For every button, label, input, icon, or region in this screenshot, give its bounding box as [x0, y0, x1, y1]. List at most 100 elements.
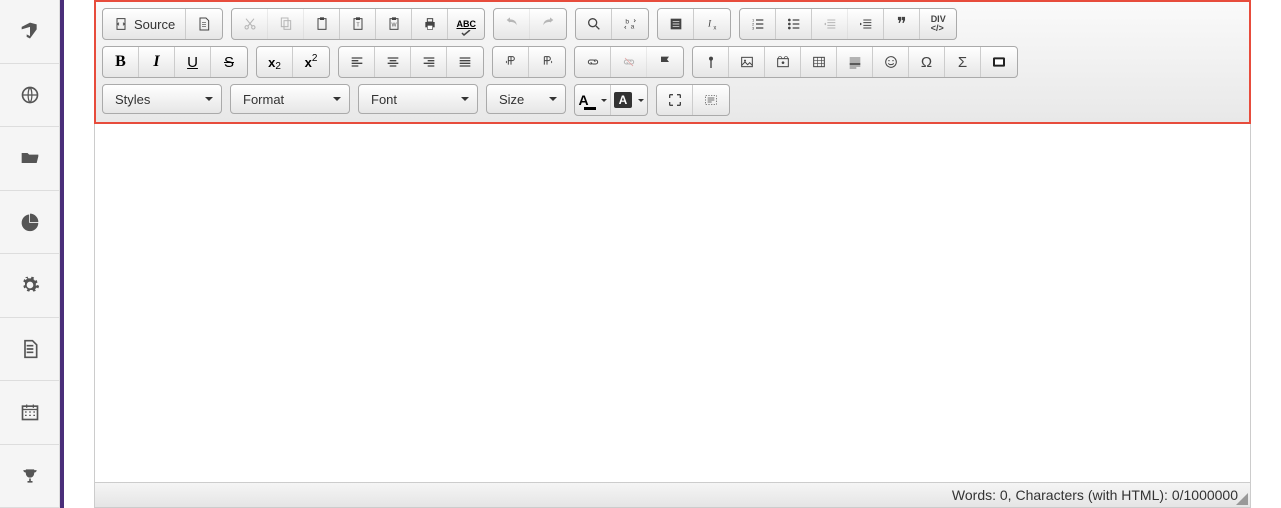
bullet-list-button[interactable]: [776, 9, 812, 39]
rtl-icon: [539, 54, 555, 70]
undo-icon: [504, 16, 520, 32]
svg-text:b: b: [626, 18, 630, 25]
text-color-icon: A: [578, 92, 588, 108]
ol-icon: 123: [750, 16, 766, 32]
indent-button[interactable]: [848, 9, 884, 39]
sigma-icon: Σ: [958, 54, 967, 71]
size-label: Size: [499, 92, 524, 107]
outdent-button[interactable]: [812, 9, 848, 39]
subscript-button[interactable]: x2: [257, 47, 293, 77]
editor-statusbar: Words: 0, Characters (with HTML): 0/1000…: [94, 483, 1251, 508]
align-center-icon: [385, 54, 401, 70]
resize-grip[interactable]: [1236, 493, 1248, 505]
sidebar-item-announcements[interactable]: [0, 0, 59, 64]
caret-icon: [205, 97, 213, 101]
image-button[interactable]: [729, 47, 765, 77]
strike-button[interactable]: S: [211, 47, 247, 77]
iframe-button[interactable]: [981, 47, 1017, 77]
sidebar-item-files[interactable]: [0, 127, 59, 191]
align-right-button[interactable]: [411, 47, 447, 77]
source-button[interactable]: Source: [103, 9, 186, 39]
div-icon: DIV</>: [931, 15, 946, 33]
new-page-button[interactable]: [186, 9, 222, 39]
align-left-button[interactable]: [339, 47, 375, 77]
sidebar-item-achievements[interactable]: [0, 445, 59, 508]
bullhorn-icon: [20, 21, 40, 41]
rtl-button[interactable]: [529, 47, 565, 77]
remove-format-button[interactable]: Ix: [694, 9, 730, 39]
outdent-icon: [822, 16, 838, 32]
select-all-button[interactable]: [658, 9, 694, 39]
table-button[interactable]: [801, 47, 837, 77]
paste-text-button[interactable]: T: [340, 9, 376, 39]
svg-text:x: x: [714, 25, 717, 31]
blockquote-button[interactable]: ❞: [884, 9, 920, 39]
gear-icon: [20, 275, 40, 295]
spellcheck-button[interactable]: ABC: [448, 9, 484, 39]
show-blocks-button[interactable]: [693, 85, 729, 115]
underline-button[interactable]: U: [175, 47, 211, 77]
blocks-icon: [703, 92, 719, 108]
font-dropdown[interactable]: Font: [358, 84, 478, 114]
sidebar-item-globe[interactable]: [0, 64, 59, 128]
special-char-button[interactable]: Ω: [909, 47, 945, 77]
styles-dropdown[interactable]: Styles: [102, 84, 222, 114]
editor-content[interactable]: [94, 124, 1251, 483]
select-all-icon: [668, 16, 684, 32]
align-center-button[interactable]: [375, 47, 411, 77]
svg-text:I: I: [707, 20, 712, 30]
hr-button[interactable]: [837, 47, 873, 77]
size-dropdown[interactable]: Size: [486, 84, 566, 114]
bold-button[interactable]: B: [103, 47, 139, 77]
text-color-button[interactable]: A: [575, 85, 611, 115]
search-icon: [586, 16, 602, 32]
find-button[interactable]: [576, 9, 612, 39]
smiley-icon: [883, 54, 899, 70]
redo-button[interactable]: [530, 9, 566, 39]
align-justify-button[interactable]: [447, 47, 483, 77]
source-label: Source: [134, 17, 175, 32]
cut-button[interactable]: [232, 9, 268, 39]
sidebar-item-documents[interactable]: [0, 318, 59, 382]
emoji-button[interactable]: [873, 47, 909, 77]
link-button[interactable]: [575, 47, 611, 77]
quote-icon: ❞: [897, 14, 907, 35]
ltr-button[interactable]: [493, 47, 529, 77]
editor-main: Source T W ABC: [64, 0, 1281, 508]
anchor-button[interactable]: [647, 47, 683, 77]
format-dropdown[interactable]: Format: [230, 84, 350, 114]
maximize-button[interactable]: [657, 85, 693, 115]
div-container-button[interactable]: DIV</>: [920, 9, 956, 39]
video-button[interactable]: [765, 47, 801, 77]
image-icon: [739, 54, 755, 70]
sidebar-item-reports[interactable]: [0, 191, 59, 255]
page-icon: [196, 16, 212, 32]
sidebar-item-settings[interactable]: [0, 254, 59, 318]
table-icon: [811, 54, 827, 70]
replace-button[interactable]: ba: [612, 9, 648, 39]
sidebar-item-calendar[interactable]: [0, 381, 59, 445]
bg-color-icon: A: [614, 92, 632, 108]
hr-icon: [847, 54, 863, 70]
unlink-button[interactable]: [611, 47, 647, 77]
numbered-list-button[interactable]: 123: [740, 9, 776, 39]
calendar-icon: [20, 402, 40, 422]
print-button[interactable]: [412, 9, 448, 39]
toolbar-row-1: Source T W ABC: [102, 8, 1243, 40]
undo-button[interactable]: [494, 9, 530, 39]
math-button[interactable]: Σ: [945, 47, 981, 77]
superscript-button[interactable]: x2: [293, 47, 329, 77]
marker-button[interactable]: [693, 47, 729, 77]
font-label: Font: [371, 92, 397, 107]
italic-button[interactable]: I: [139, 47, 175, 77]
toolbar-row-2: B I U S x2 x2: [102, 46, 1243, 78]
bg-color-button[interactable]: A: [611, 85, 647, 115]
copy-button[interactable]: [268, 9, 304, 39]
svg-text:3: 3: [752, 25, 755, 30]
format-label: Format: [243, 92, 284, 107]
source-icon: [113, 16, 129, 32]
paste-word-icon: W: [386, 16, 402, 32]
iframe-icon: [991, 54, 1007, 70]
paste-button[interactable]: [304, 9, 340, 39]
paste-word-button[interactable]: W: [376, 9, 412, 39]
